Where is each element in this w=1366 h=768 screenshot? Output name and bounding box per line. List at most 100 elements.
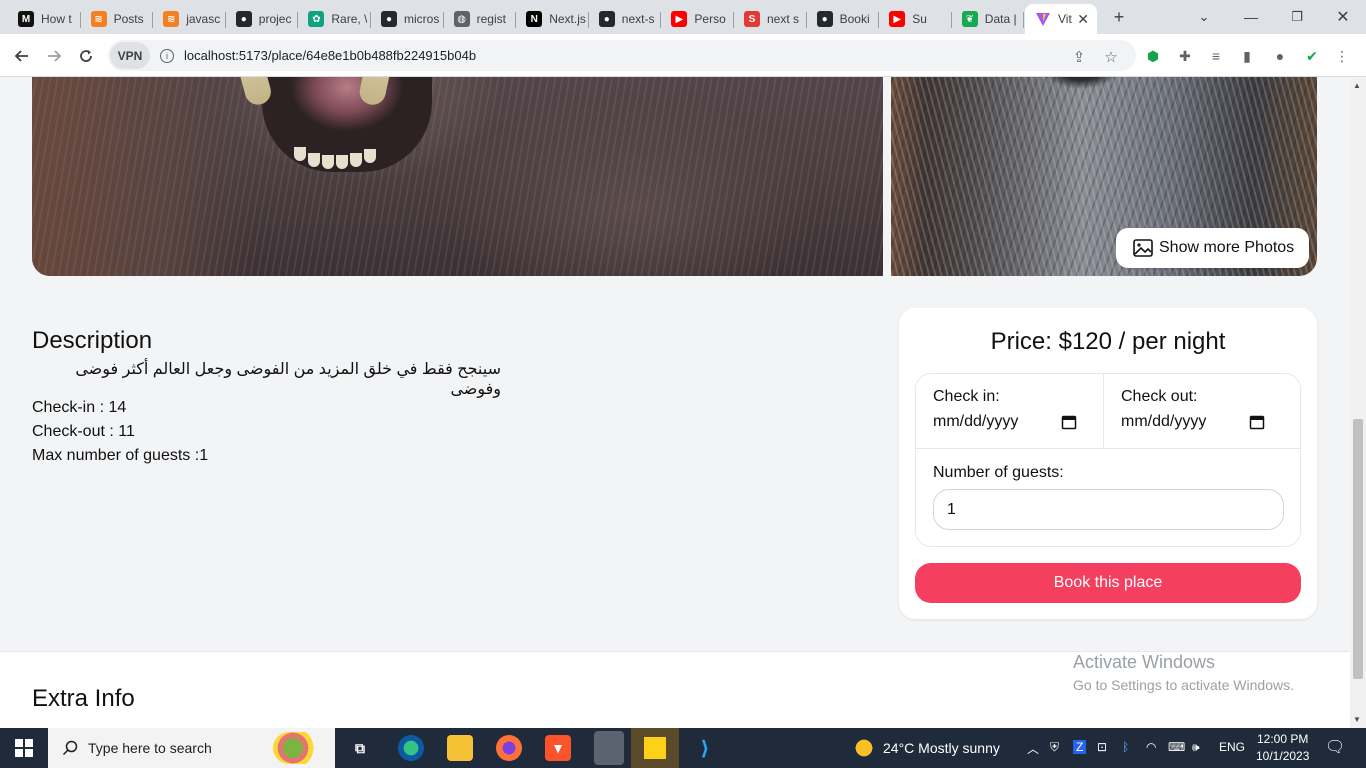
place-photo-main[interactable] [32, 77, 883, 276]
watermark-line1: Activate Windows [1073, 652, 1216, 672]
tab-label: micros [404, 12, 440, 26]
sticky-notes-icon[interactable] [631, 728, 679, 768]
media-control-icon[interactable]: ≡ [1206, 46, 1226, 66]
reload-button[interactable] [73, 43, 99, 69]
watermark-line2: Go to Settings to activate Windows. [1073, 677, 1294, 693]
share-icon[interactable]: ⇪ [1068, 46, 1090, 68]
forward-button[interactable] [41, 43, 67, 69]
calendar-icon[interactable] [1249, 414, 1265, 430]
search-placeholder: Type here to search [88, 740, 212, 756]
adguard-extension-icon[interactable]: ⬢ [1143, 46, 1163, 66]
windows-start-icon[interactable] [11, 735, 37, 761]
tab-separator [660, 12, 662, 28]
weather-sun-icon[interactable] [851, 735, 877, 761]
back-button[interactable] [9, 43, 35, 69]
calendar-icon[interactable] [1061, 414, 1077, 430]
bookmark-star-icon[interactable]: ☆ [1100, 46, 1122, 68]
checkin-label: Check in: [933, 388, 1000, 405]
scroll-up-arrow-icon[interactable]: ▲ [1353, 81, 1361, 90]
firefox-icon[interactable] [496, 735, 522, 761]
checkin-date-placeholder: mm/dd/yyyy [933, 413, 1019, 430]
browser-tab[interactable]: ≋ Posts [81, 4, 154, 34]
browser-tab[interactable]: ● next-s [589, 4, 662, 34]
book-this-place-button[interactable]: Book this place [915, 563, 1301, 603]
checkout-label: Check out: [1121, 388, 1198, 405]
scroll-down-arrow-icon[interactable]: ▼ [1353, 715, 1361, 724]
browser-tab[interactable]: ▶ Su [879, 4, 952, 34]
bluetooth-icon[interactable]: ᛒ [1122, 740, 1129, 754]
restore-button[interactable]: ❐ [1283, 4, 1311, 30]
gmail-m-icon: M [18, 11, 34, 27]
edge-icon[interactable] [398, 735, 424, 761]
browser-tab[interactable]: ◍ regist [444, 4, 517, 34]
wifi-icon[interactable]: ◠ [1146, 740, 1156, 754]
site-info-icon[interactable]: i [160, 48, 174, 63]
task-view-icon[interactable]: ⧉ [347, 735, 373, 761]
tab-label: regist [476, 12, 506, 26]
stack-icon: ≋ [163, 11, 180, 27]
brave-icon[interactable]: ▼ [545, 735, 571, 761]
checkin-date-input[interactable]: mm/dd/yyyy [933, 413, 1077, 431]
youtube-icon: ▶ [889, 11, 906, 27]
browser-tab[interactable]: N Next.js [516, 4, 589, 34]
minimize-button[interactable]: — [1237, 4, 1265, 30]
clock-date[interactable]: 10/1/2023 [1256, 749, 1309, 763]
browser-tab[interactable]: Snext s [734, 4, 807, 34]
browser-tab[interactable]: ● Booki [807, 4, 880, 34]
extensions-puzzle-icon[interactable]: ✚ [1175, 46, 1195, 66]
address-bar[interactable]: VPN i localhost:5173/place/64e8e1b0b488f… [108, 40, 1136, 71]
close-window-button[interactable]: ✕ [1329, 4, 1357, 30]
browser-tab[interactable]: ≋ javasc [153, 4, 226, 34]
price-label: Price: $120 / per night [990, 328, 1226, 355]
tab-label: Vit [1058, 12, 1072, 26]
brave-beta-icon[interactable] [594, 731, 624, 765]
clock-time[interactable]: 12:00 PM [1257, 732, 1308, 746]
tab-separator [732, 12, 734, 28]
browser-tab[interactable]: ▶ Perso [661, 4, 734, 34]
browser-tab[interactable]: ● projec [226, 4, 299, 34]
tab-active[interactable]: Vit ✕ [1025, 4, 1097, 34]
tab-separator [369, 12, 371, 28]
taskbar-search-box[interactable]: Type here to search [48, 728, 335, 768]
tray-z-icon[interactable]: Z [1073, 740, 1087, 754]
profile-avatar-icon[interactable]: ● [1270, 46, 1290, 66]
checkout-date-input[interactable]: mm/dd/yyyy [1121, 413, 1265, 431]
notification-center-icon[interactable]: 🗨 [1325, 737, 1345, 757]
scrollbar-thumb[interactable] [1353, 419, 1363, 679]
browser-tab[interactable]: ● micros [371, 4, 444, 34]
browser-tab[interactable]: M How t [8, 4, 81, 34]
shield-extension-icon[interactable]: ✔ [1302, 46, 1322, 66]
tab-separator [297, 12, 299, 28]
url-text[interactable]: localhost:5173/place/64e8e1b0b488fb22491… [184, 48, 476, 63]
page-scrollbar[interactable]: ▲ ▼ [1350, 77, 1366, 728]
close-tab-icon[interactable]: ✕ [1077, 11, 1089, 28]
browser-tab[interactable]: ✿ Rare, \ [298, 4, 371, 34]
tab-label: Rare, \ [331, 12, 368, 26]
tab-label: Next.js [549, 12, 586, 26]
tray-chevron-icon[interactable]: ︿ [1027, 740, 1039, 757]
tab-search-chevron-icon[interactable]: ⌄ [1190, 4, 1218, 30]
vscode-icon[interactable]: ⟩ [692, 735, 718, 761]
file-explorer-icon[interactable] [447, 735, 473, 761]
tray-camera-icon[interactable]: ⊡ [1097, 740, 1107, 754]
booking-widget: Price: $120 / per night Check in: mm/dd/… [899, 308, 1317, 619]
vpn-badge[interactable]: VPN [110, 42, 150, 69]
photo-tooth [322, 155, 334, 169]
windows-taskbar: Type here to search ⧉ ▼ ⟩ 24°C Mostly su… [0, 728, 1366, 768]
side-panel-icon[interactable]: ▮ [1237, 46, 1257, 66]
guests-input[interactable]: 1 [933, 489, 1284, 530]
tray-app-icon[interactable]: ⛨ [1050, 740, 1059, 755]
input-method-icon[interactable]: ⌨ [1168, 740, 1185, 754]
show-more-photos-button[interactable]: Show more Photos [1116, 228, 1309, 268]
weather-text[interactable]: 24°C Mostly sunny [883, 740, 1000, 756]
volume-icon[interactable]: 🕪 [1192, 740, 1200, 755]
browser-menu-icon[interactable]: ⋮ [1332, 46, 1352, 66]
tab-separator [442, 12, 444, 28]
description-title: Description [32, 327, 153, 354]
tab-label: Booki [839, 12, 870, 26]
browser-tab[interactable]: ❦ Data | [952, 4, 1025, 34]
language-indicator[interactable]: ENG [1219, 740, 1245, 754]
photo-tooth [364, 149, 376, 163]
tab-separator [515, 12, 517, 28]
new-tab-button[interactable]: + [1105, 4, 1133, 30]
